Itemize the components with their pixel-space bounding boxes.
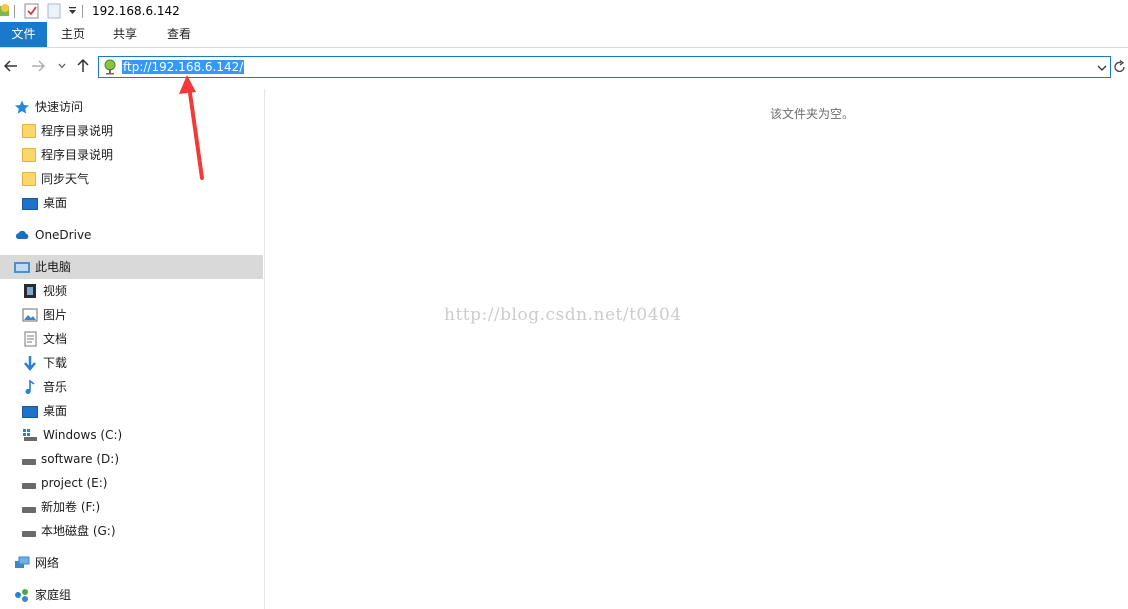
- sidebar-item-drive-f[interactable]: 新加卷 (F:): [22, 495, 254, 519]
- windows-drive-icon: [23, 429, 37, 441]
- homegroup-icon: [15, 589, 28, 602]
- sidebar-item-pictures[interactable]: 图片: [22, 303, 254, 327]
- app-icon: [0, 4, 9, 16]
- sidebar-item-label: 家庭组: [35, 588, 72, 602]
- content-pane[interactable]: 该文件夹为空。 http://blog.csdn.net/t0404: [266, 89, 1128, 609]
- ftp-location-icon: [104, 59, 116, 75]
- video-icon: [24, 284, 36, 298]
- sidebar-item-label: 程序目录说明: [41, 148, 114, 162]
- customize-toolbar-chevron-icon[interactable]: [68, 7, 77, 16]
- empty-folder-message: 该文件夹为空。: [770, 107, 855, 121]
- folder-icon: [22, 148, 36, 162]
- sidebar-item-downloads[interactable]: 下载: [22, 351, 254, 375]
- ribbon-tabs: 文件 主页 共享 查看: [0, 22, 1128, 48]
- navigation-pane: 快速访问 程序目录说明 程序目录说明 同步天气 桌面 OneDrive 此电脑 …: [0, 89, 265, 609]
- sidebar-item-label: project (E:): [41, 476, 108, 490]
- sidebar-item-label: 桌面: [43, 404, 68, 418]
- sidebar-item-label: Windows (C:): [43, 428, 123, 442]
- watermark: http://blog.csdn.net/t0404: [444, 305, 682, 325]
- sidebar-item-label: 图片: [43, 308, 68, 322]
- sidebar-item-homegroup[interactable]: 家庭组: [14, 583, 254, 607]
- tab-file[interactable]: 文件: [0, 22, 47, 47]
- address-text[interactable]: ftp://192.168.6.142/: [122, 60, 245, 74]
- folder-icon: [22, 124, 36, 138]
- properties-icon[interactable]: [24, 3, 40, 19]
- drive-icon: [22, 459, 36, 465]
- drive-icon: [22, 483, 36, 489]
- tab-share[interactable]: 共享: [104, 22, 146, 47]
- separator: [82, 5, 83, 18]
- tab-home[interactable]: 主页: [52, 22, 94, 47]
- address-row: ftp://192.168.6.142/: [0, 55, 1128, 79]
- music-note-icon: [25, 379, 35, 394]
- sidebar-item-label: 新加卷 (F:): [41, 500, 101, 514]
- document-icon: [24, 331, 37, 347]
- desktop-icon: [22, 198, 38, 210]
- sidebar-item-label: 程序目录说明: [41, 124, 114, 138]
- sidebar-item-label: 快速访问: [35, 100, 84, 114]
- sidebar-item-quick-3[interactable]: 同步天气: [22, 167, 254, 191]
- sidebar-item-drive-g[interactable]: 本地磁盘 (G:): [22, 519, 254, 543]
- sidebar-item-documents[interactable]: 文档: [22, 327, 254, 351]
- cloud-icon: [15, 230, 29, 239]
- address-dropdown-chevron-icon[interactable]: [1097, 63, 1107, 73]
- star-icon: [15, 100, 29, 114]
- sidebar-item-label: 视频: [43, 284, 68, 298]
- sidebar-item-quick-1[interactable]: 程序目录说明: [22, 119, 254, 143]
- sidebar-item-label: 此电脑: [35, 260, 72, 274]
- sidebar-item-label: 音乐: [43, 380, 68, 394]
- sidebar-item-this-pc[interactable]: 此电脑: [0, 255, 263, 279]
- title-bar: 192.168.6.142: [0, 0, 1128, 22]
- back-arrow-icon[interactable]: [4, 60, 18, 72]
- computer-icon: [14, 261, 30, 273]
- window-title: 192.168.6.142: [92, 4, 180, 18]
- desktop-icon: [22, 406, 38, 418]
- address-bar[interactable]: ftp://192.168.6.142/: [98, 56, 1111, 78]
- forward-arrow-icon[interactable]: [31, 60, 45, 72]
- sidebar-item-network[interactable]: 网络: [14, 551, 254, 575]
- pictures-icon: [22, 308, 38, 322]
- sidebar-item-label: 桌面: [43, 196, 68, 210]
- folder-icon: [22, 172, 36, 186]
- new-folder-icon[interactable]: [47, 3, 61, 19]
- sidebar-item-quick-access[interactable]: 快速访问: [14, 95, 254, 119]
- sidebar-item-label: 下载: [43, 356, 68, 370]
- sidebar-item-quick-2[interactable]: 程序目录说明: [22, 143, 254, 167]
- sidebar-item-label: 本地磁盘 (G:): [41, 524, 116, 538]
- up-arrow-icon[interactable]: [77, 59, 89, 73]
- sidebar-item-videos[interactable]: 视频: [22, 279, 254, 303]
- network-icon: [15, 556, 30, 568]
- sidebar-item-desktop[interactable]: 桌面: [22, 399, 254, 423]
- download-arrow-icon: [24, 356, 36, 371]
- sidebar-item-drive-d[interactable]: software (D:): [22, 447, 254, 471]
- sidebar-item-drive-e[interactable]: project (E:): [22, 471, 254, 495]
- sidebar-item-label: OneDrive: [35, 228, 92, 242]
- sidebar-item-music[interactable]: 音乐: [22, 375, 254, 399]
- recent-locations-chevron-icon[interactable]: [58, 63, 66, 69]
- refresh-icon[interactable]: [1114, 60, 1126, 74]
- separator: [14, 5, 15, 18]
- sidebar-item-drive-c[interactable]: Windows (C:): [22, 423, 254, 447]
- sidebar-item-label: software (D:): [41, 452, 119, 466]
- sidebar-item-quick-4[interactable]: 桌面: [22, 191, 254, 215]
- sidebar-item-label: 同步天气: [41, 172, 90, 186]
- sidebar-item-label: 网络: [35, 556, 60, 570]
- tab-view[interactable]: 查看: [158, 22, 200, 47]
- sidebar-item-label: 文档: [43, 332, 68, 346]
- sidebar-item-onedrive[interactable]: OneDrive: [14, 223, 254, 247]
- drive-icon: [22, 507, 36, 513]
- drive-icon: [22, 531, 36, 537]
